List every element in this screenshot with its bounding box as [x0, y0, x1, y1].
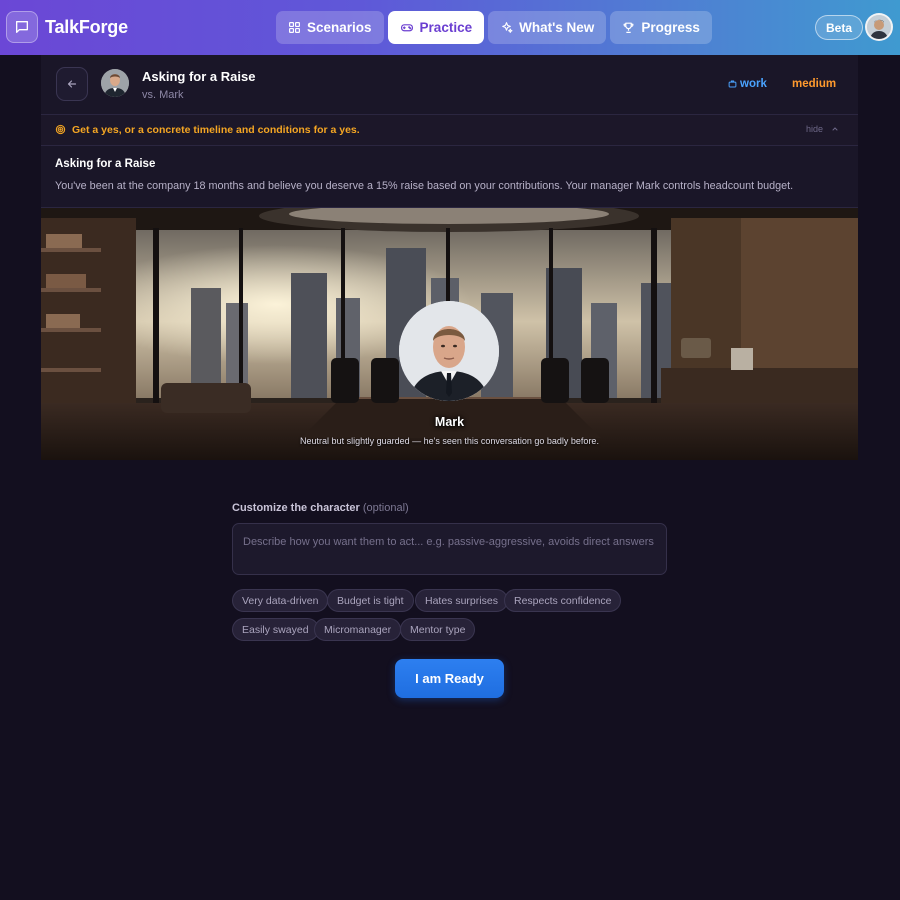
main-nav: Scenarios Practice What's New Progress: [276, 11, 716, 44]
tab-scenarios[interactable]: Scenarios: [276, 11, 384, 44]
tab-label: What's New: [519, 20, 595, 35]
goal-text: Get a yes, or a concrete timeline and co…: [72, 124, 360, 136]
character-description: Neutral but slightly guarded — he's seen…: [300, 436, 599, 446]
office-scene: Mark Neutral but slightly guarded — he's…: [41, 208, 858, 460]
arrow-left-icon: [67, 80, 77, 88]
tab-label: Progress: [641, 20, 700, 35]
category-label: work: [740, 78, 767, 90]
gamepad-icon: [400, 24, 413, 32]
character-portrait: [399, 301, 499, 401]
tab-practice[interactable]: Practice: [387, 11, 485, 44]
ready-button[interactable]: I am Ready: [395, 659, 504, 698]
brief-title: Asking for a Raise: [55, 158, 156, 170]
tab-label: Practice: [419, 20, 473, 35]
difficulty-tag: medium: [792, 78, 837, 90]
brief-description: You've been at the company 18 months and…: [55, 180, 794, 192]
opponent-avatar: [101, 69, 129, 97]
character-customize-input[interactable]: [232, 523, 667, 575]
chip-very-data-driven[interactable]: Very data-driven: [232, 589, 329, 612]
chevron-up-icon: [832, 127, 838, 131]
sparkle-icon: [502, 22, 513, 33]
optional-label: (optional): [362, 502, 409, 514]
top-bar: TalkForge Scenarios Practice What's New …: [0, 0, 900, 55]
trophy-icon: [623, 22, 634, 33]
tab-whats-new[interactable]: What's New: [488, 11, 607, 44]
scenario-brief: Asking for a Raise You've been at the co…: [41, 146, 858, 208]
hide-label: hide: [806, 124, 824, 134]
chip-budget-is-tight[interactable]: Budget is tight: [327, 589, 414, 612]
chip-micromanager[interactable]: Micromanager: [314, 618, 402, 641]
user-avatar[interactable]: [865, 13, 893, 41]
character-name: Mark: [434, 415, 465, 429]
chip-mentor-type[interactable]: Mentor type: [400, 618, 476, 641]
briefcase-icon: [728, 80, 737, 88]
scenario-header: Asking for a Raise vs. Mark work medium: [41, 55, 858, 115]
beta-badge: Beta: [815, 15, 864, 40]
tab-label: Scenarios: [307, 20, 372, 35]
chip-easily-swayed[interactable]: Easily swayed: [232, 618, 319, 641]
scenario-title: Asking for a Raise: [142, 69, 256, 84]
hide-goal-button[interactable]: hide: [806, 124, 839, 134]
opponent-label: vs. Mark: [142, 89, 184, 101]
chip-respects-confidence[interactable]: Respects confidence: [504, 589, 622, 612]
grid-icon: [289, 22, 300, 33]
brand[interactable]: TalkForge: [6, 11, 128, 43]
customize-label: Customize the character (optional): [232, 502, 409, 514]
app-name: TalkForge: [45, 16, 128, 37]
chat-bubble-icon: [6, 11, 38, 43]
customize-label-text: Customize the character: [232, 502, 360, 514]
category-tag: work: [728, 78, 767, 90]
back-button[interactable]: [56, 67, 88, 101]
tab-progress[interactable]: Progress: [610, 11, 712, 44]
chip-hates-surprises[interactable]: Hates surprises: [415, 589, 508, 612]
goal-bar: Get a yes, or a concrete timeline and co…: [41, 115, 858, 146]
target-icon: [55, 124, 66, 135]
scenario-panel: Asking for a Raise vs. Mark work medium …: [41, 55, 858, 460]
